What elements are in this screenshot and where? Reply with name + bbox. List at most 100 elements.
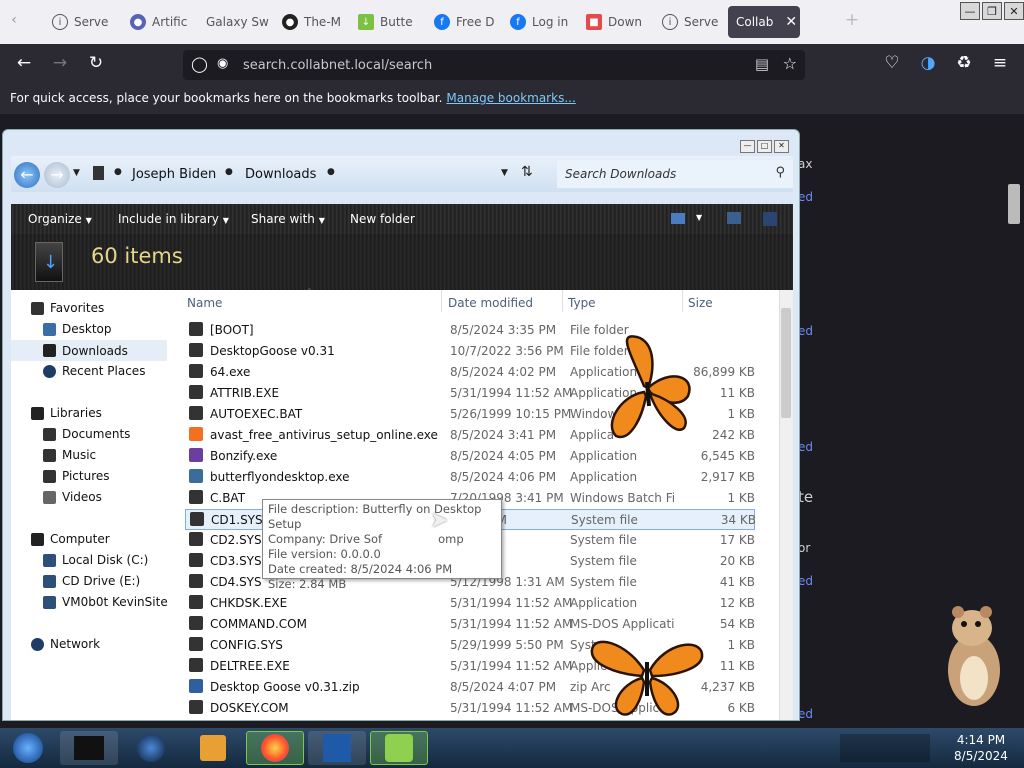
bookmark-star-icon[interactable]: ☆	[783, 54, 797, 73]
url-bar[interactable]: ◯ ◉ search.collabnet.local/search ▤ ☆	[183, 50, 805, 80]
tooltip-company: Company: Drive Sof omp	[268, 532, 496, 547]
file-row[interactable]: COMMAND.COM 5/31/1994 11:52 AM MS-DOS Appl…	[185, 614, 755, 635]
tab-5[interactable]: ↓ Butte	[350, 6, 426, 38]
column-divider[interactable]	[682, 290, 683, 312]
reload-icon[interactable]: ↻	[84, 53, 108, 73]
file-row[interactable]: butterflyondesktop.exe 8/5/2024 4:06 PM Ap…	[185, 467, 755, 488]
restore-icon[interactable]: □	[757, 140, 772, 153]
nav-libraries[interactable]: Libraries	[31, 406, 102, 420]
nav-videos[interactable]: Videos	[43, 490, 102, 504]
menu-icon[interactable]: ≡	[988, 53, 1012, 73]
column-header-name[interactable]: Name	[187, 296, 222, 310]
tab-9[interactable]: i Serve	[654, 6, 728, 38]
nav-network[interactable]: Network	[31, 637, 100, 651]
page-link-fragment[interactable]: ed	[798, 190, 813, 204]
nav-documents[interactable]: Documents	[43, 427, 130, 441]
column-header-type[interactable]: Type	[568, 296, 596, 310]
tooltip-company-tail: omp	[438, 532, 464, 546]
back-button[interactable]: ←	[14, 162, 40, 188]
nav-computer[interactable]: Computer	[31, 532, 110, 546]
virtualbox-icon[interactable]	[308, 731, 366, 765]
address-dropdown-icon[interactable]: ▼	[501, 168, 508, 178]
file-row[interactable]: CHKDSK.EXE 5/31/1994 11:52 AM Application 1…	[185, 593, 755, 614]
forward-button[interactable]: →	[44, 162, 70, 188]
include-in-library-menu[interactable]: Include in library ▼	[118, 212, 229, 226]
media-player-icon[interactable]	[184, 731, 242, 765]
reader-view-icon[interactable]: ▤	[755, 55, 769, 73]
column-header-date[interactable]: Date modified	[448, 296, 533, 310]
tab-3[interactable]: Galaxy Sw	[198, 6, 274, 38]
globe-icon[interactable]	[122, 731, 180, 765]
terminal-icon[interactable]	[60, 731, 118, 765]
tab-7[interactable]: f Log in	[502, 6, 578, 38]
close-tab-icon[interactable]: ✕	[785, 14, 797, 30]
file-type: System file	[571, 513, 638, 527]
column-divider[interactable]	[441, 290, 442, 312]
system-clock[interactable]: 4:14 PM 8/5/2024	[938, 732, 1024, 764]
column-divider[interactable]	[562, 290, 563, 312]
back-icon[interactable]: ←	[12, 53, 36, 73]
file-size: 34 KB	[720, 513, 756, 527]
column-header-size[interactable]: Size	[688, 296, 713, 310]
page-link-fragment[interactable]: ed	[798, 707, 813, 721]
page-link-fragment[interactable]: ed	[798, 440, 813, 454]
nav-network-share[interactable]: VM0b0t KevinSite	[43, 595, 168, 609]
breadcrumb-user[interactable]: Joseph Biden	[132, 167, 216, 182]
music-icon	[43, 448, 56, 462]
chevron-down-icon[interactable]: ▼	[696, 213, 702, 222]
restore-icon[interactable]: ❐	[982, 2, 1002, 20]
page-scrollbar-thumb[interactable]	[1008, 184, 1020, 224]
help-icon[interactable]	[763, 212, 777, 226]
close-icon[interactable]: ✕	[774, 140, 789, 153]
minimize-icon[interactable]: —	[960, 2, 980, 20]
tab-scroll-left-icon[interactable]: ‹	[2, 12, 26, 28]
file-date: 10/7/2022 3:56 PM	[450, 344, 564, 358]
start-orb-icon[interactable]	[0, 731, 56, 765]
tab-active[interactable]: Collab ✕	[728, 6, 800, 38]
organize-menu[interactable]: Organize ▼	[28, 212, 92, 226]
file-date: 8/5/2024 4:05 PM	[450, 449, 557, 463]
nav-local-disk[interactable]: Local Disk (C:)	[43, 553, 148, 567]
account-icon[interactable]: ◑	[916, 53, 940, 73]
page-link-fragment[interactable]: ed	[798, 324, 813, 338]
search-icon[interactable]: ⚲	[775, 165, 785, 180]
github-icon: ●	[282, 14, 298, 30]
nav-desktop[interactable]: Desktop	[43, 322, 112, 336]
nav-recent-places[interactable]: Recent Places	[43, 364, 145, 378]
history-dropdown-icon[interactable]: ▼	[73, 168, 80, 178]
firefox-icon[interactable]	[246, 731, 304, 765]
tab-8[interactable]: ■ Down	[578, 6, 654, 38]
nav-cd-drive[interactable]: CD Drive (E:)	[43, 574, 140, 588]
file-size: 1 KB	[727, 491, 755, 505]
pocket-icon[interactable]: ♡	[880, 53, 904, 73]
search-input[interactable]: Search Downloads ⚲	[557, 160, 793, 188]
refresh-icon[interactable]: ⇅	[521, 164, 533, 180]
extensions-icon[interactable]: ♻	[952, 53, 976, 73]
mouse-cursor-icon: ➤	[430, 508, 449, 533]
breadcrumb-downloads[interactable]: Downloads	[245, 167, 316, 182]
nav-favorites[interactable]: Favorites	[31, 301, 104, 315]
tab-6[interactable]: f Free D	[426, 6, 502, 38]
forward-icon[interactable]: →	[48, 53, 72, 73]
tab-4[interactable]: ● The-M	[274, 6, 350, 38]
file-list-scrollbar-thumb[interactable]	[781, 308, 791, 418]
new-tab-button[interactable]: +	[840, 10, 864, 30]
lock-icon[interactable]: ◉	[217, 56, 228, 71]
url-text[interactable]: search.collabnet.local/search	[243, 58, 432, 73]
close-icon[interactable]: ✕	[1004, 2, 1024, 20]
shield-icon[interactable]: ◯	[191, 55, 208, 73]
minimize-icon[interactable]: —	[740, 140, 755, 153]
tab-1[interactable]: i Serve	[44, 6, 122, 38]
nav-pictures[interactable]: Pictures	[43, 469, 110, 483]
file-row[interactable]: Bonzify.exe 8/5/2024 4:05 PM Application 6,…	[185, 446, 755, 467]
manage-bookmarks-link[interactable]: Manage bookmarks...	[446, 91, 575, 105]
nav-downloads[interactable]: Downloads	[11, 340, 167, 361]
tab-2[interactable]: ● Artific	[122, 6, 198, 38]
preview-pane-icon[interactable]	[727, 212, 741, 224]
page-link-fragment[interactable]: ed	[798, 574, 813, 588]
pen-icon[interactable]	[370, 731, 428, 765]
nav-music[interactable]: Music	[43, 448, 96, 462]
share-with-menu[interactable]: Share with ▼	[251, 212, 325, 226]
view-options-icon[interactable]	[671, 213, 685, 224]
new-folder-button[interactable]: New folder	[350, 212, 415, 226]
